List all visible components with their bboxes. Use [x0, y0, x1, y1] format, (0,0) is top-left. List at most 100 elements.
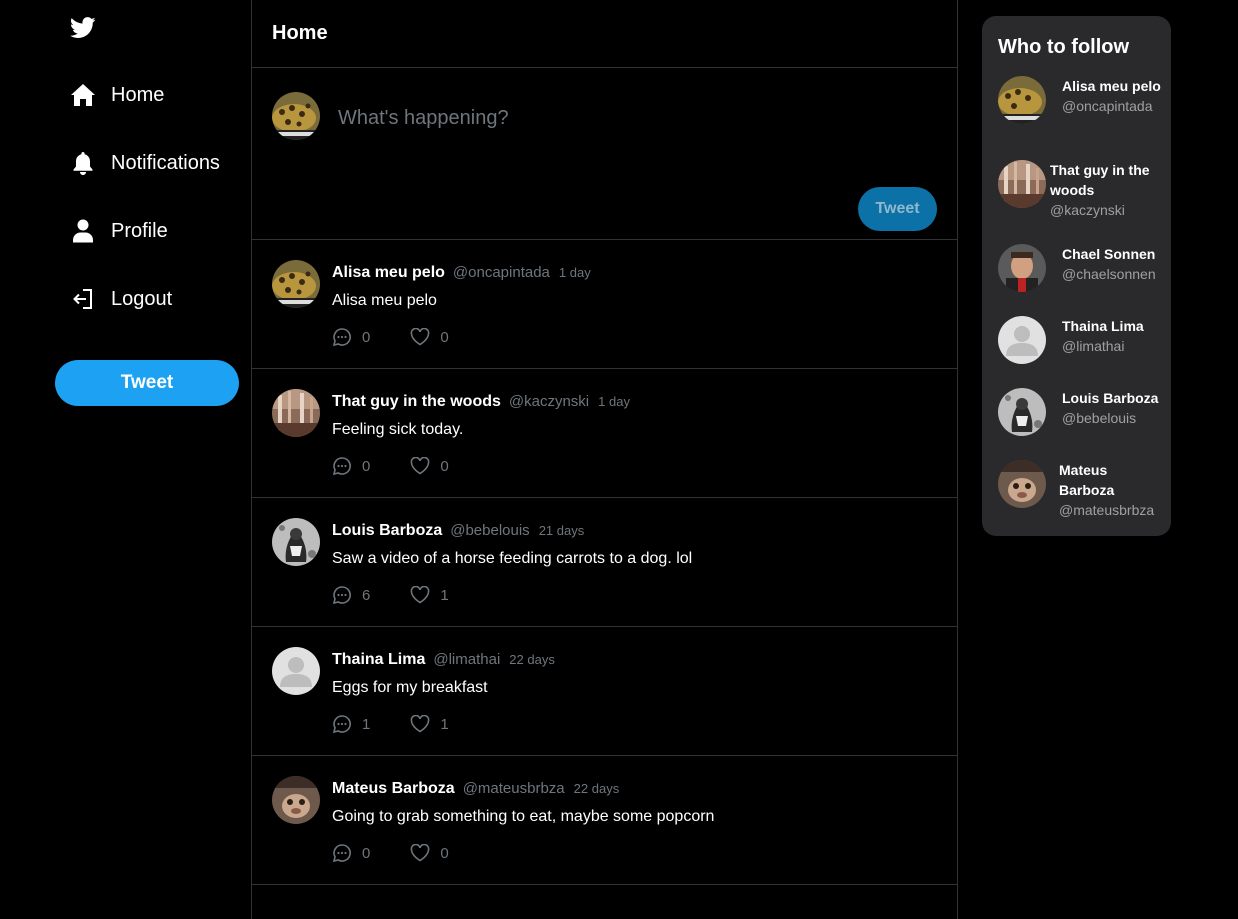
- avatar[interactable]: [998, 316, 1046, 364]
- comment-icon: [332, 586, 351, 605]
- like-count: 1: [440, 715, 449, 733]
- follow-user-name: Mateus Barboza: [1059, 462, 1115, 498]
- avatar[interactable]: [272, 776, 320, 824]
- reply-count: 6: [362, 586, 371, 604]
- tweet-actions: 0 0: [332, 843, 449, 863]
- tweet-text: Alisa meu pelo: [332, 292, 437, 309]
- reply-count: 0: [362, 457, 371, 475]
- sidebar-item-logout[interactable]: Logout: [70, 279, 172, 319]
- tweet-author-name[interactable]: Alisa meu pelo: [332, 264, 445, 282]
- follow-user-name: Alisa meu pelo: [1062, 78, 1161, 94]
- avatar[interactable]: [998, 460, 1046, 508]
- follow-suggestion[interactable]: Chael Sonnen @chaelsonnen: [998, 244, 1163, 314]
- tweet-header: Alisa meu pelo @oncapintada 1 day: [332, 264, 591, 282]
- like-count: 0: [440, 844, 449, 862]
- avatar[interactable]: [998, 244, 1046, 292]
- tweet-author-name[interactable]: Thaina Lima: [332, 651, 425, 669]
- reply-button[interactable]: 6: [332, 585, 370, 605]
- tweet-item[interactable]: That guy in the woods @kaczynski 1 day F…: [252, 369, 957, 498]
- avatar[interactable]: [272, 647, 320, 695]
- who-to-follow-card: Who to follow Alisa meu pelo @oncapintad…: [982, 16, 1171, 536]
- tweet-header: That guy in the woods @kaczynski 1 day: [332, 393, 630, 411]
- follow-suggestion[interactable]: That guy in the woods @kaczynski: [998, 160, 1163, 230]
- follow-user-info: That guy in the woods @kaczynski: [1050, 160, 1150, 220]
- like-button[interactable]: 0: [410, 844, 449, 862]
- like-button[interactable]: 1: [410, 586, 449, 604]
- avatar[interactable]: [998, 76, 1046, 124]
- home-icon: [70, 82, 96, 108]
- tweet-author-name[interactable]: That guy in the woods: [332, 393, 501, 411]
- comment-icon: [332, 844, 351, 863]
- follow-user-handle: @mateusbrbza: [1059, 502, 1155, 518]
- tweet-timestamp: 1 day: [598, 394, 630, 409]
- reply-button[interactable]: 0: [332, 327, 370, 347]
- reply-button[interactable]: 0: [332, 456, 370, 476]
- follow-suggestion[interactable]: Louis Barboza @bebelouis: [998, 388, 1163, 458]
- tweet-author-handle[interactable]: @bebelouis: [450, 522, 529, 539]
- like-button[interactable]: 1: [410, 715, 449, 733]
- tweet-item[interactable]: Thaina Lima @limathai 22 days Eggs for m…: [252, 627, 957, 756]
- app-root: Home Notifications Profile Logout Tweet …: [0, 0, 1238, 919]
- compose-tweet-button[interactable]: Tweet: [858, 187, 937, 231]
- page-title: Home: [252, 0, 957, 68]
- tweet-item[interactable]: Mateus Barboza @mateusbrbza 22 days Goin…: [252, 756, 957, 885]
- heart-icon: [410, 586, 430, 604]
- follow-user-info: Louis Barboza @bebelouis: [1062, 388, 1162, 428]
- tweet-timestamp: 22 days: [509, 652, 555, 667]
- tweet-actions: 0 0: [332, 327, 449, 347]
- tweet-item[interactable]: Louis Barboza @bebelouis 21 days Saw a v…: [252, 498, 957, 627]
- user-icon: [70, 218, 96, 244]
- follow-suggestion[interactable]: Mateus Barboza @mateusbrbza: [998, 460, 1163, 530]
- avatar[interactable]: [272, 389, 320, 437]
- follow-suggestion[interactable]: Alisa meu pelo @oncapintada: [998, 76, 1163, 146]
- follow-user-handle: @chaelsonnen: [1062, 266, 1156, 282]
- tweet-header: Louis Barboza @bebelouis 21 days: [332, 522, 584, 540]
- tweet-item[interactable]: Alisa meu pelo @oncapintada 1 day Alisa …: [252, 240, 957, 369]
- tweet-composer: Tweet: [252, 68, 957, 240]
- like-button[interactable]: 0: [410, 328, 449, 346]
- tweet-actions: 6 1: [332, 585, 449, 605]
- tweet-author-handle[interactable]: @mateusbrbza: [463, 780, 565, 797]
- tweet-author-handle[interactable]: @limathai: [433, 651, 500, 668]
- tweet-header: Thaina Lima @limathai 22 days: [332, 651, 555, 669]
- compose-tweet-input[interactable]: [336, 106, 900, 131]
- sidebar-item-label: Home: [111, 83, 165, 106]
- tweet-author-handle[interactable]: @oncapintada: [453, 264, 550, 281]
- reply-count: 0: [362, 844, 371, 862]
- avatar[interactable]: [998, 160, 1046, 208]
- reply-button[interactable]: 1: [332, 714, 370, 734]
- tweet-author-handle[interactable]: @kaczynski: [509, 393, 589, 410]
- tweet-timestamp: 22 days: [573, 781, 620, 796]
- avatar[interactable]: [998, 388, 1046, 436]
- like-button[interactable]: 0: [410, 457, 449, 475]
- sidebar-item-label: Logout: [111, 287, 173, 310]
- sidebar-item-label: Notifications: [111, 151, 220, 174]
- comment-icon: [332, 457, 351, 476]
- tweet-text: Saw a video of a horse feeding carrots t…: [332, 550, 693, 567]
- avatar[interactable]: [272, 92, 320, 140]
- follow-suggestion[interactable]: Thaina Lima @limathai: [998, 316, 1163, 386]
- follow-user-name: Chael Sonnen: [1062, 246, 1156, 262]
- avatar[interactable]: [272, 518, 320, 566]
- like-count: 1: [440, 586, 449, 604]
- twitter-bird-icon[interactable]: [69, 16, 96, 40]
- tweet-text: Going to grab something to eat, maybe so…: [332, 808, 715, 825]
- tweet-text: Feeling sick today.: [332, 421, 464, 438]
- logout-icon: [70, 286, 96, 312]
- tweet-author-name[interactable]: Mateus Barboza: [332, 780, 455, 798]
- reply-count: 0: [362, 328, 371, 346]
- follow-user-info: Alisa meu pelo @oncapintada: [1062, 76, 1162, 116]
- avatar[interactable]: [272, 260, 320, 308]
- tweet-author-name[interactable]: Louis Barboza: [332, 522, 442, 540]
- sidebar-item-notifications[interactable]: Notifications: [70, 143, 220, 183]
- tweet-actions: 1 1: [332, 714, 449, 734]
- follow-user-handle: @limathai: [1062, 338, 1125, 354]
- sidebar-tweet-button[interactable]: Tweet: [55, 360, 239, 406]
- tweet-text: Eggs for my breakfast: [332, 679, 488, 696]
- sidebar-item-home[interactable]: Home: [70, 75, 164, 115]
- reply-button[interactable]: 0: [332, 843, 370, 863]
- follow-user-handle: @kaczynski: [1050, 202, 1125, 218]
- tweet-timestamp: 21 days: [538, 523, 585, 538]
- follow-user-info: Thaina Lima @limathai: [1062, 316, 1162, 356]
- sidebar-item-profile[interactable]: Profile: [70, 211, 168, 251]
